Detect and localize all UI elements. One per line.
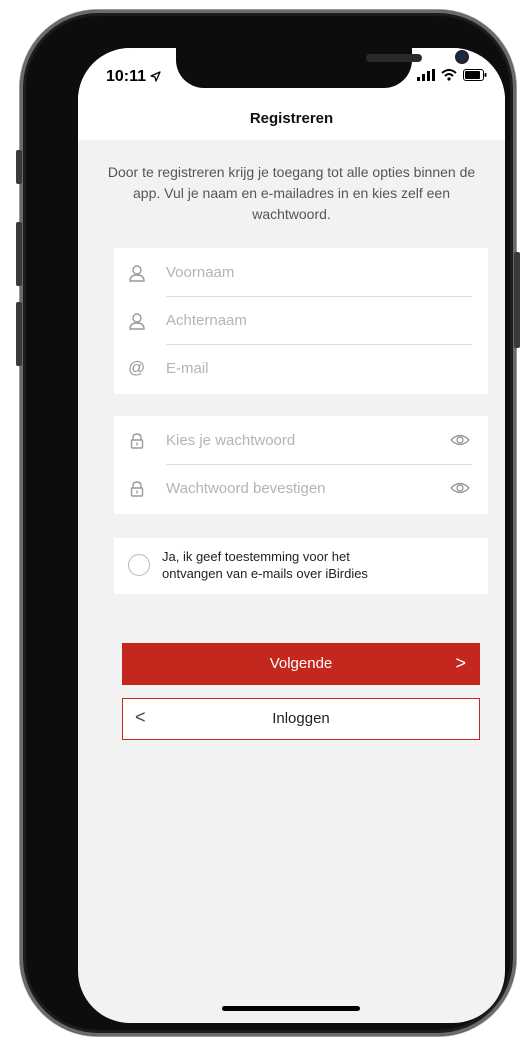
lock-icon xyxy=(128,432,146,450)
volume-down-button xyxy=(16,302,22,366)
first-name-placeholder: Voornaam xyxy=(166,264,235,281)
navigation-bar: Registreren xyxy=(78,98,505,140)
wifi-icon xyxy=(441,68,457,86)
battery-icon xyxy=(463,68,487,86)
password-card: Kies je wachtwoord Wachtwoord bevestigen xyxy=(114,416,488,514)
phone-frame: 10:11 Registreren Door te registreren kr… xyxy=(16,10,520,1036)
eye-icon[interactable] xyxy=(450,481,470,495)
speaker-grille xyxy=(366,54,422,62)
front-camera xyxy=(457,52,467,62)
password-confirm-field[interactable]: Wachtwoord bevestigen xyxy=(114,466,488,512)
status-bar: 10:11 xyxy=(78,48,505,98)
lock-icon xyxy=(128,480,146,498)
last-name-placeholder: Achternaam xyxy=(166,312,247,329)
email-field[interactable]: @ E-mail xyxy=(114,346,488,392)
divider xyxy=(166,464,472,465)
divider xyxy=(166,296,472,297)
password-confirm-placeholder: Wachtwoord bevestigen xyxy=(166,480,326,497)
password-field[interactable]: Kies je wachtwoord xyxy=(114,418,488,464)
mute-switch xyxy=(16,150,22,184)
divider xyxy=(166,344,472,345)
volume-up-button xyxy=(16,222,22,286)
next-button[interactable]: Volgende > xyxy=(122,643,480,685)
consent-line: Ja, ik geef toestemming voor het xyxy=(162,549,350,564)
eye-icon[interactable] xyxy=(450,433,470,447)
user-icon xyxy=(128,264,146,282)
notch xyxy=(176,48,467,88)
status-icons xyxy=(417,68,487,86)
personal-info-card: Voornaam Achternaam @ E-mail xyxy=(114,248,488,394)
email-placeholder: E-mail xyxy=(166,360,209,377)
page-title: Registreren xyxy=(249,110,334,127)
intro-text: Door te registreren krijg je toegang tot… xyxy=(107,164,476,222)
consent-card[interactable]: Ja, ik geef toestemming voor het ontvang… xyxy=(114,538,488,594)
power-button xyxy=(514,252,520,348)
chevron-right-icon: > xyxy=(455,653,466,673)
consent-text: Ja, ik geef toestemming voor het ontvang… xyxy=(162,548,368,582)
first-name-field[interactable]: Voornaam xyxy=(114,250,488,296)
login-button-label: Inloggen xyxy=(272,710,330,727)
consent-line: ontvangen van e-mails over iBirdies xyxy=(162,566,368,581)
last-name-field[interactable]: Achternaam xyxy=(114,298,488,344)
home-indicator[interactable] xyxy=(222,1006,360,1011)
consent-radio[interactable] xyxy=(128,554,150,576)
status-time: 10:11 xyxy=(106,68,147,85)
login-button[interactable]: < Inloggen xyxy=(122,698,480,740)
at-icon: @ xyxy=(128,358,146,377)
app-screen: 10:11 Registreren Door te registreren kr… xyxy=(78,48,505,1023)
signal-icon xyxy=(417,68,435,86)
password-placeholder: Kies je wachtwoord xyxy=(166,432,296,449)
location-arrow-icon xyxy=(150,69,161,87)
next-button-label: Volgende xyxy=(269,655,333,672)
user-icon xyxy=(128,312,146,330)
